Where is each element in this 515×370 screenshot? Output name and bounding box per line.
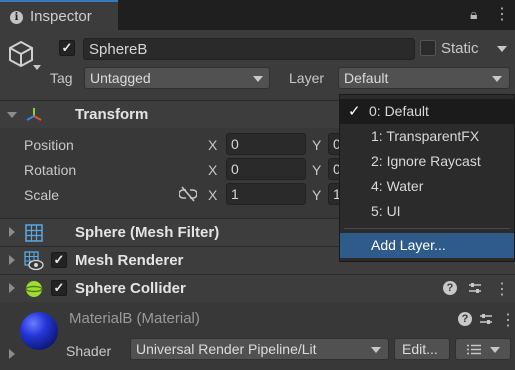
shader-options-dropdown[interactable]: [455, 338, 511, 360]
layer-dropdown[interactable]: Default: [338, 67, 510, 89]
static-checkbox[interactable]: [420, 40, 436, 56]
position-x-label[interactable]: X: [208, 137, 217, 153]
lock-icon[interactable]: 🔒︎: [470, 6, 477, 23]
rotation-x-field[interactable]: 0: [226, 158, 306, 180]
layer-option-transparentfx[interactable]: 1: TransparentFX: [340, 124, 514, 149]
scale-label: Scale: [24, 187, 60, 203]
active-checkbox[interactable]: ✓: [59, 40, 75, 56]
presets-sliders-icon[interactable]: [479, 312, 493, 326]
mesh-renderer-eye-icon: [24, 251, 44, 271]
static-label: Static: [441, 40, 479, 57]
chevron-down-icon: [492, 76, 502, 82]
component-menu-icon[interactable]: ⋮: [494, 279, 510, 299]
sphere-collider-header[interactable]: ✓ Sphere Collider ? ⋮: [0, 274, 515, 302]
layer-option-ui[interactable]: 5: UI: [340, 199, 514, 224]
tab-bar: i Inspector 🔒︎ ⋮: [0, 0, 515, 30]
scale-x-value: 1: [231, 186, 239, 202]
shader-label: Shader: [66, 343, 112, 359]
menu-item-label: 0: Default: [369, 103, 429, 119]
checkmark-icon: ✓: [348, 103, 361, 120]
sphere-collider-enabled-checkbox[interactable]: ✓: [51, 280, 67, 296]
position-x-field[interactable]: 0: [226, 133, 306, 155]
add-layer-menu-item[interactable]: Add Layer...: [340, 233, 514, 258]
gameobject-cube-icon[interactable]: [6, 39, 36, 69]
edit-shader-button[interactable]: Edit...: [394, 338, 450, 360]
material-preview-sphere: [20, 312, 58, 350]
constrain-proportions-link-icon[interactable]: [179, 186, 197, 202]
more-options-icon[interactable]: ⋮: [494, 4, 510, 24]
tab-inspector[interactable]: i Inspector: [0, 0, 118, 30]
menu-item-label: 4: Water: [371, 178, 424, 194]
rotation-label: Rotation: [24, 162, 77, 178]
foldout-icon[interactable]: [9, 283, 15, 293]
info-icon: i: [10, 11, 23, 24]
scale-x-label[interactable]: X: [208, 187, 217, 203]
shader-value: Universal Render Pipeline/Lit: [136, 341, 317, 357]
tag-value: Untagged: [90, 70, 151, 86]
tag-dropdown[interactable]: Untagged: [84, 67, 270, 89]
list-icon: [467, 344, 481, 355]
gameobject-header: ✓ SphereB Static Tag Untagged Layer Defa…: [0, 30, 515, 100]
shader-dropdown[interactable]: Universal Render Pipeline/Lit: [130, 338, 389, 360]
transform-title: Transform: [75, 106, 149, 123]
foldout-icon[interactable]: [9, 255, 15, 265]
menu-item-label: Add Layer...: [371, 237, 446, 253]
icon-picker-caret-icon[interactable]: [33, 65, 41, 70]
tab-label: Inspector: [30, 8, 92, 25]
mesh-renderer-enabled-checkbox[interactable]: ✓: [51, 252, 67, 268]
transform-axes-icon: [26, 108, 42, 121]
layer-option-default[interactable]: ✓ 0: Default: [340, 99, 514, 124]
layer-value: Default: [344, 70, 389, 86]
material-title: MaterialB (Material): [69, 310, 200, 327]
rotation-x-label[interactable]: X: [208, 162, 217, 178]
help-icon[interactable]: ?: [443, 281, 457, 295]
tag-label: Tag: [50, 70, 73, 86]
presets-sliders-icon[interactable]: [468, 281, 482, 295]
layer-dropdown-menu: ✓ 0: Default 1: TransparentFX 2: Ignore …: [339, 94, 515, 262]
chevron-down-icon: [490, 347, 500, 353]
mesh-renderer-title: Mesh Renderer: [75, 252, 184, 269]
object-name-value: SphereB: [89, 41, 148, 58]
static-dropdown-icon[interactable]: [497, 46, 507, 52]
scale-x-field[interactable]: 1: [226, 183, 306, 205]
layer-option-ignore-raycast[interactable]: 2: Ignore Raycast: [340, 149, 514, 174]
layer-option-water[interactable]: 4: Water: [340, 174, 514, 199]
scale-y-label[interactable]: Y: [312, 187, 321, 203]
material-section: MaterialB (Material) ? ⋮ Shader Universa…: [0, 302, 515, 370]
position-x-value: 0: [231, 136, 239, 152]
foldout-icon[interactable]: [9, 349, 15, 359]
menu-item-label: 2: Ignore Raycast: [371, 153, 481, 169]
edit-button-label: Edit...: [402, 341, 438, 357]
chevron-down-icon: [371, 347, 381, 353]
sphere-collider-icon: [25, 281, 43, 297]
mesh-grid-icon: [25, 224, 43, 242]
rotation-x-value: 0: [231, 161, 239, 177]
menu-item-label: 1: TransparentFX: [371, 128, 480, 144]
help-icon[interactable]: ?: [458, 312, 472, 326]
sphere-collider-title: Sphere Collider: [75, 280, 186, 297]
position-label: Position: [24, 137, 74, 153]
object-name-field[interactable]: SphereB: [83, 38, 415, 60]
position-y-label[interactable]: Y: [312, 137, 321, 153]
foldout-icon[interactable]: [9, 227, 15, 237]
material-menu-icon[interactable]: ⋮: [500, 310, 515, 330]
rotation-y-label[interactable]: Y: [312, 162, 321, 178]
menu-item-label: 5: UI: [371, 203, 401, 219]
foldout-icon[interactable]: [7, 112, 17, 118]
layer-label: Layer: [289, 70, 325, 86]
chevron-down-icon: [253, 76, 263, 82]
menu-separator: [344, 228, 510, 229]
mesh-filter-title: Sphere (Mesh Filter): [75, 224, 220, 241]
